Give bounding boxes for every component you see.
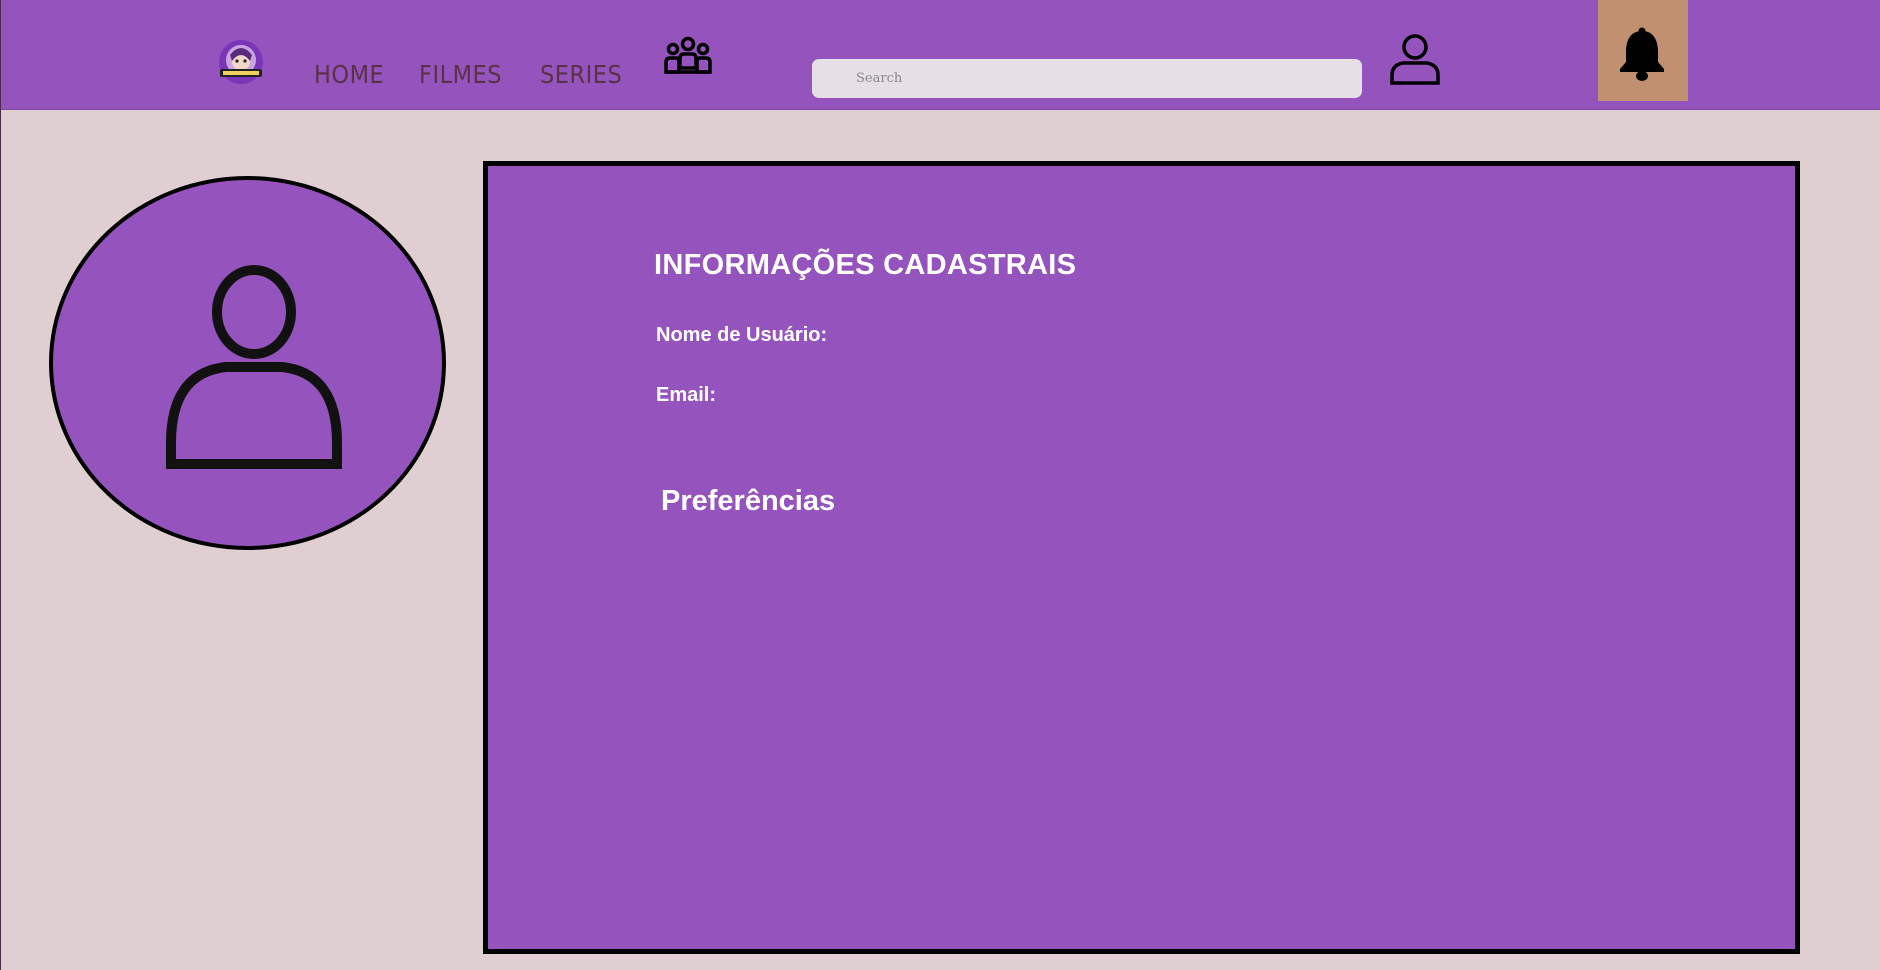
preferences-title: Preferências xyxy=(661,485,836,517)
username-label: Nome de Usuário: xyxy=(656,324,828,346)
bell-icon xyxy=(1618,26,1666,82)
nav-series-link[interactable]: SERIES xyxy=(540,58,622,92)
section-title: INFORMAÇÕES CADASTRAIS xyxy=(654,249,1077,281)
site-logo[interactable] xyxy=(216,39,266,85)
profile-avatar[interactable] xyxy=(49,176,446,550)
group-icon[interactable] xyxy=(663,36,713,78)
top-navbar: HOME FILMES SERIES xyxy=(1,0,1880,110)
search-input[interactable] xyxy=(854,70,1362,87)
user-icon[interactable] xyxy=(1389,33,1441,85)
search-bar[interactable] xyxy=(812,59,1362,98)
nav-filmes-link[interactable]: FILMES xyxy=(419,58,502,92)
nav-home-link[interactable]: HOME xyxy=(314,58,384,92)
notifications-button[interactable] xyxy=(1598,0,1688,101)
email-label: Email: xyxy=(656,384,717,406)
avatar-icon xyxy=(166,263,342,469)
profile-info-panel: INFORMAÇÕES CADASTRAIS Nome de Usuário: … xyxy=(483,161,1800,954)
